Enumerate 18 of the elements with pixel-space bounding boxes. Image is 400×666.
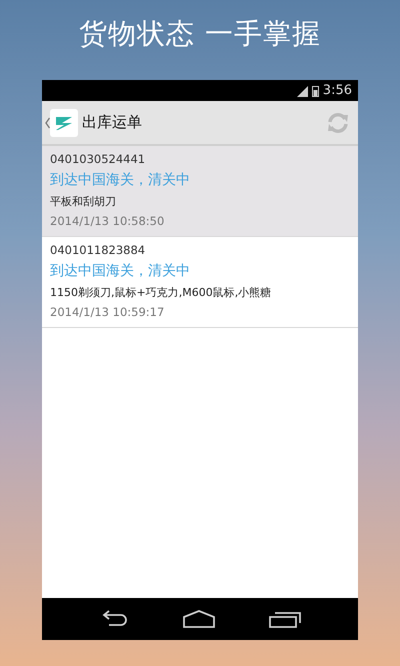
headline: 货物状态 一手掌握 bbox=[79, 16, 321, 52]
status-time: 3:56 bbox=[322, 83, 352, 98]
order-number: 0401030524441 bbox=[50, 152, 146, 166]
recent-apps-icon[interactable] bbox=[269, 610, 302, 628]
screen-title: 出库运单 bbox=[82, 113, 143, 132]
order-row[interactable]: 0401030524441 到达中国海关，清关中 平板和刮胡刀 2014/1/13 10:58:50 bbox=[42, 146, 358, 237]
order-goods: 平板和刮胡刀 bbox=[50, 194, 117, 209]
signal-icon bbox=[296, 84, 308, 96]
order-goods: 1150剃须刀,鼠标+巧克力,M600鼠标,小熊糖 bbox=[50, 285, 272, 300]
order-time: 2014/1/13 10:59:17 bbox=[50, 305, 166, 319]
back-caret-icon[interactable] bbox=[45, 116, 50, 128]
app-logo-icon bbox=[50, 108, 78, 136]
order-status: 到达中国海关，清关中 bbox=[50, 262, 191, 280]
order-number: 0401011823884 bbox=[50, 243, 146, 257]
order-time: 2014/1/13 10:58:50 bbox=[50, 214, 166, 228]
order-status: 到达中国海关，清关中 bbox=[50, 171, 191, 189]
battery-icon bbox=[312, 84, 319, 96]
home-icon[interactable] bbox=[182, 610, 216, 628]
